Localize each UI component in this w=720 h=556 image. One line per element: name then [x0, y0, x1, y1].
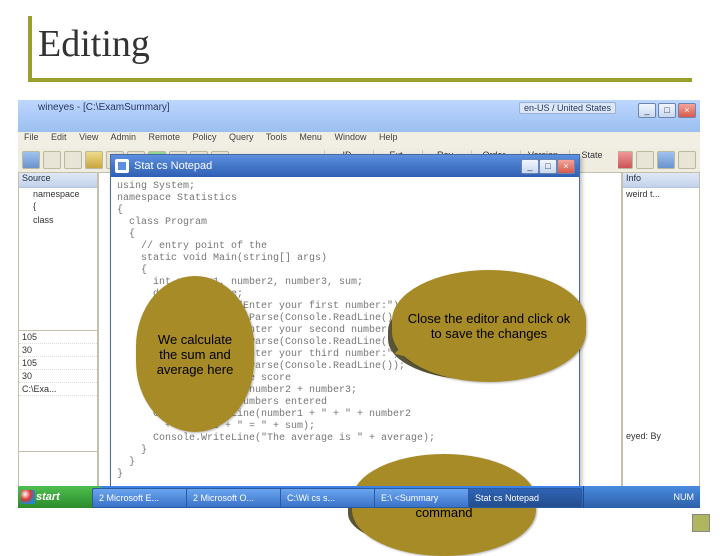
system-tray[interactable]: NUM — [583, 486, 700, 508]
close-button[interactable]: × — [678, 103, 696, 118]
right-panel: Info weird t... eyed: By — [622, 172, 700, 488]
taskbar-item[interactable]: 2 Microsoft E... — [92, 488, 196, 508]
code-line: using System; — [117, 181, 573, 193]
code-line: // entry point of the — [117, 241, 573, 253]
language-badge[interactable]: en-US / United States — [519, 102, 616, 114]
notepad-minimize-button[interactable]: _ — [521, 159, 539, 174]
outer-window-caption: wineyes - [C:\ExamSummary] — [38, 102, 170, 113]
menu-remote[interactable]: Remote — [148, 132, 180, 142]
taskbar-item[interactable]: E:\ <Summary — [374, 488, 478, 508]
menu-tools[interactable]: Tools — [266, 132, 287, 142]
list-item[interactable]: 105 — [19, 357, 97, 370]
code-line: { — [117, 229, 573, 241]
taskbar-item[interactable]: C:\Wi cs s... — [280, 488, 384, 508]
taskbar-item[interactable]: 2 Microsoft O... — [186, 488, 290, 508]
info-line: weird t... — [623, 188, 699, 200]
menubar: File Edit View Admin Remote Policy Query… — [18, 132, 700, 149]
list-item[interactable]: 30 — [19, 344, 97, 357]
menu-policy[interactable]: Policy — [193, 132, 217, 142]
menu-admin[interactable]: Admin — [110, 132, 136, 142]
outer-window-titlebar: wineyes - [C:\ExamSummary] en-US / Unite… — [18, 100, 700, 133]
list-item[interactable]: 30 — [19, 370, 97, 383]
toolbar-icon[interactable] — [678, 151, 696, 169]
code-line: class Program — [117, 217, 573, 229]
code-line: } — [117, 445, 573, 457]
menu-window[interactable]: Window — [334, 132, 366, 142]
taskbar-item-active[interactable]: Stat cs Notepad — [468, 488, 582, 508]
screenshot-area: wineyes - [C:\ExamSummary] en-US / Unite… — [18, 100, 700, 508]
notepad-title: Stat cs Notepad — [134, 160, 212, 172]
code-line: namespace Statistics — [117, 193, 573, 205]
left-panel-header: Source — [19, 173, 97, 188]
page-title: Editing — [38, 22, 150, 66]
callout-close-editor: Close the editor and click ok to save th… — [392, 270, 586, 382]
tree-item[interactable]: namespace — [19, 188, 97, 200]
tree-item[interactable]: class — [19, 214, 97, 226]
toolbar-icon[interactable] — [64, 151, 82, 169]
toolbar-icon[interactable] — [657, 151, 675, 169]
notepad-icon — [115, 159, 129, 173]
menu-edit[interactable]: Edit — [51, 132, 67, 142]
taskbar: start 2 Microsoft E... 2 Microsoft O... … — [18, 486, 700, 508]
toolbar-icon[interactable] — [85, 151, 103, 169]
menu-menu[interactable]: Menu — [299, 132, 322, 142]
toolbar-icon[interactable] — [22, 151, 40, 169]
maximize-button[interactable]: □ — [658, 103, 676, 118]
menu-file[interactable]: File — [24, 132, 39, 142]
list-item[interactable]: 105 — [19, 331, 97, 344]
minimize-button[interactable]: _ — [638, 103, 656, 118]
notepad-close-button[interactable]: × — [557, 159, 575, 174]
code-line: { — [117, 205, 573, 217]
list-item[interactable]: C:\Exa... — [19, 383, 97, 396]
code-line: Console.WriteLine("The average is " + av… — [117, 433, 573, 445]
menu-view[interactable]: View — [79, 132, 98, 142]
slide-footer-icon — [692, 514, 710, 532]
notepad-titlebar[interactable]: Stat cs Notepad _ □ × — [111, 155, 579, 177]
menu-help[interactable]: Help — [379, 132, 398, 142]
toolbar-icon[interactable] — [43, 151, 61, 169]
menu-query[interactable]: Query — [229, 132, 254, 142]
toolbar-icon[interactable] — [636, 151, 654, 169]
left-lower-panel: 105 30 105 30 C:\Exa... — [18, 330, 98, 452]
tree-item[interactable]: { — [19, 200, 97, 212]
info-line: eyed: By — [623, 430, 699, 442]
notepad-maximize-button[interactable]: □ — [539, 159, 557, 174]
code-line: static void Main(string[] args) — [117, 253, 573, 265]
right-panel-header: Info — [623, 173, 699, 188]
